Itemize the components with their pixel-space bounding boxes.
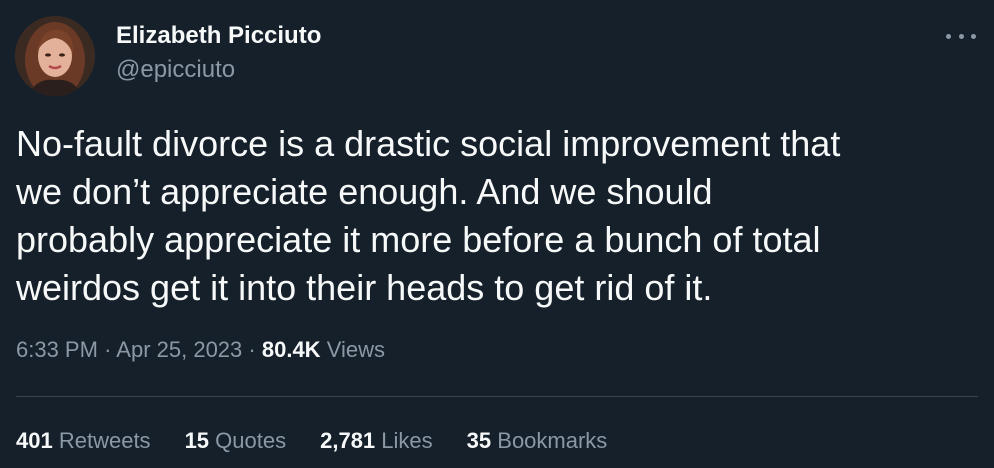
author-display-name[interactable]: Elizabeth Picciuto [116,22,321,50]
more-dot [958,33,964,39]
tweet-text-line: weirdos get it into their heads to get r… [16,267,713,308]
tweet-text-line: we don’t appreciate enough. And we shoul… [16,171,713,212]
likes-stat[interactable]: 2,781 Likes [320,428,433,454]
tweet-text-line: probably appreciate it more before a bun… [16,219,821,260]
quotes-label: Quotes [215,428,287,453]
quotes-count: 15 [184,428,210,453]
retweets-stat[interactable]: 401 Retweets [16,428,151,454]
views-count: 80.4K [261,337,321,362]
more-options-icon[interactable] [944,24,978,48]
meta-separator: · [104,337,112,362]
tweet-text: No-fault divorce is a drastic social imp… [16,120,984,312]
likes-count: 2,781 [320,428,376,453]
author-handle[interactable]: @epicciuto [116,56,235,84]
meta-separator: · [248,337,256,362]
tweet-date[interactable]: Apr 25, 2023 [116,337,242,362]
more-dot [946,33,951,39]
views-label: Views [326,337,385,362]
engagement-stats: 401 Retweets 15 Quotes 2,781 Likes 35 Bo… [16,428,641,454]
retweets-count: 401 [16,428,53,453]
avatar[interactable] [15,16,95,96]
bookmarks-stat[interactable]: 35 Bookmarks [467,428,608,454]
tweet-text-line: No-fault divorce is a drastic social imp… [16,123,841,164]
more-dot [971,33,976,39]
tweet-time[interactable]: 6:33 PM [16,337,98,362]
bookmarks-label: Bookmarks [497,428,608,453]
divider [16,396,978,397]
tweet-meta: 6:33 PM · Apr 25, 2023 · 80.4K Views [16,337,385,363]
retweets-label: Retweets [58,428,151,453]
bookmarks-count: 35 [466,428,492,453]
quotes-stat[interactable]: 15 Quotes [185,428,287,454]
likes-label: Likes [381,428,433,453]
